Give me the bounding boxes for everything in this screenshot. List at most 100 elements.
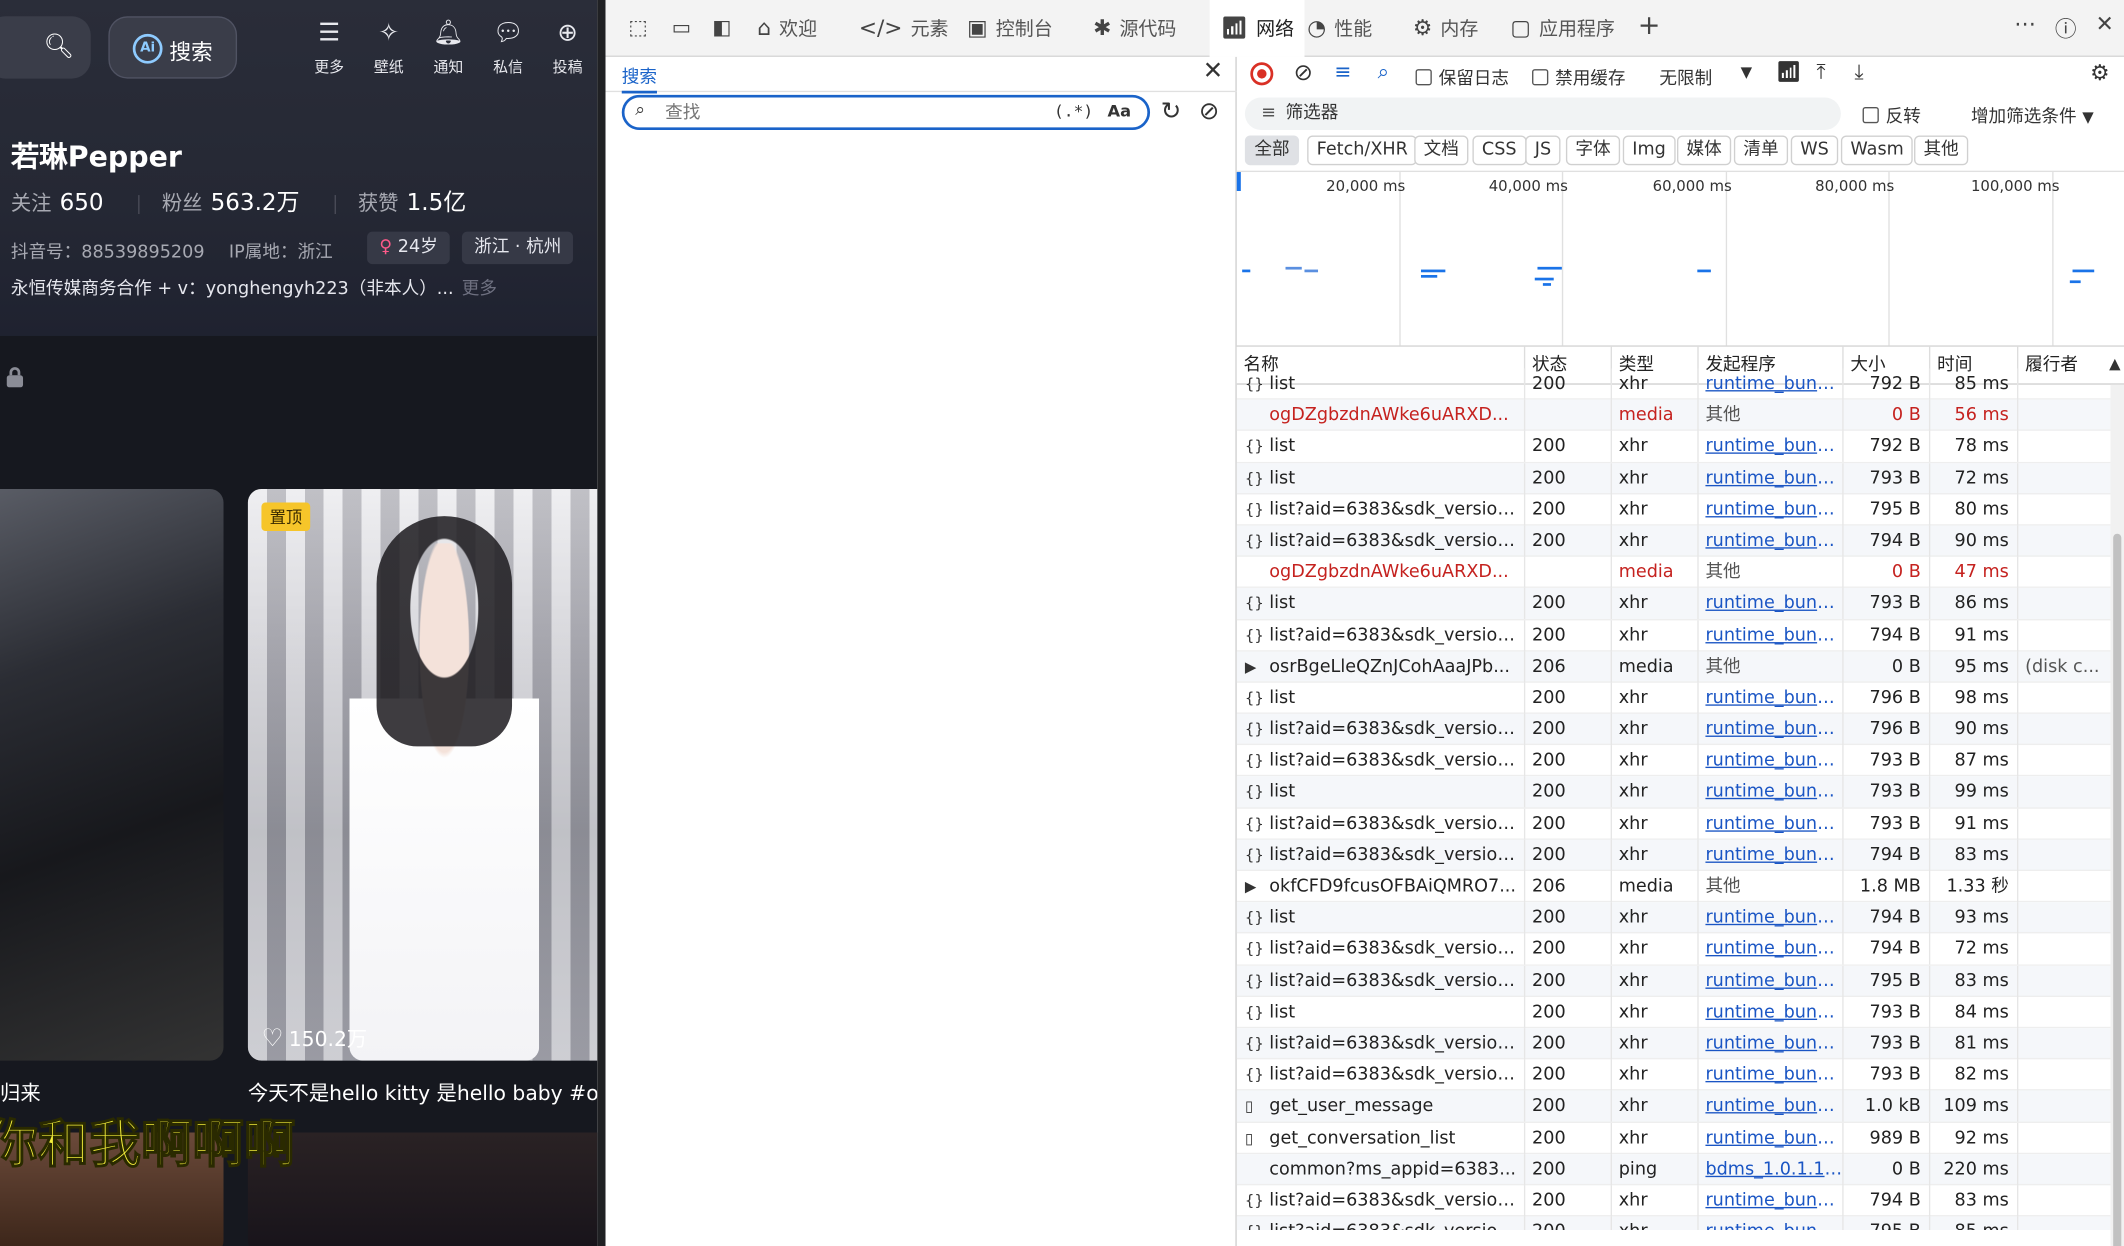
request-name[interactable]: ogDZgbzdnAWke6uARXD...	[1237, 556, 1526, 589]
request-row[interactable]: {} list?aid=6383&sdk_version...200xhrrunt…	[1236, 1059, 2111, 1091]
request-name[interactable]: {} list?aid=6383&sdk_version...	[1237, 808, 1526, 840]
request-initiator[interactable]: runtime_bundler	[1699, 525, 1844, 557]
type-filter-chip[interactable]: Wasm	[1840, 135, 1914, 166]
request-row[interactable]: ▶ okfCFD9fcusOFBAiQMRO7... 206 media 其他 1.8 M…	[1236, 871, 2111, 903]
throttle-select[interactable]: 无限制	[1659, 64, 1712, 89]
request-name[interactable]: ▯ get_user_message	[1237, 1090, 1526, 1123]
request-row[interactable]: {} list?aid=6383&sdk_version...200xhrrunt…	[1236, 525, 2111, 557]
request-name[interactable]: {} list?aid=6383&sdk_version...	[1237, 619, 1526, 651]
more-options-icon[interactable]: ⋯	[2014, 11, 2036, 37]
request-name[interactable]: {} list	[1237, 776, 1526, 808]
tab-elements[interactable]: </> 元素	[859, 0, 949, 57]
invert-checkbox[interactable]: 反转	[1862, 102, 1921, 127]
request-name[interactable]: common?ms_appid=6383...	[1237, 1153, 1526, 1185]
upload-icon[interactable]: ⤒	[1817, 60, 1826, 84]
request-row[interactable]: {} list 200 xhr runtime_bundler 793 B 72 ms	[1236, 462, 2111, 495]
search-icon[interactable]: ⌕	[1378, 60, 1389, 84]
device-toggle-icon[interactable]: ▭	[668, 15, 695, 42]
request-row[interactable]: ogDZgbzdnAWke6uARXD... media 其他 0 B 47 ms	[1236, 556, 2111, 589]
request-name[interactable]: {} list?aid=6383&sdk_version...	[1237, 1059, 1526, 1091]
download-icon[interactable]: ⤓	[1854, 60, 1863, 84]
dock-icon[interactable]: ◧	[708, 15, 735, 42]
video-caption[interactable]: 今天不是hello kitty 是hello baby #ogs	[248, 1078, 597, 1106]
request-name[interactable]: {} list?aid=6383&sdk_version...	[1237, 965, 1526, 997]
request-name[interactable]: {} list?aid=6383&sdk_version...	[1237, 745, 1526, 777]
request-initiator[interactable]: runtime_bundler	[1699, 839, 1844, 871]
request-row[interactable]: {} list?aid=6383&sdk_version...200xhrrunt…	[1236, 713, 2111, 746]
request-initiator[interactable]: runtime_bundler	[1699, 588, 1844, 620]
request-initiator[interactable]: runtime_bundler	[1699, 965, 1844, 997]
request-name[interactable]: ogDZgbzdnAWke6uARXD...	[1237, 399, 1526, 432]
request-initiator[interactable]: runtime_bundler	[1699, 1028, 1844, 1060]
request-name[interactable]: {} list?aid=6383&sdk_version...	[1237, 713, 1526, 746]
search-input[interactable]	[665, 100, 1031, 125]
type-filter-chip[interactable]: CSS	[1472, 135, 1527, 166]
type-filter-chip[interactable]: Img	[1622, 135, 1676, 166]
help-icon[interactable]: ⓘ	[2055, 11, 2077, 44]
request-initiator[interactable]: runtime_bundler	[1699, 494, 1844, 526]
request-initiator[interactable]: runtime_bundler	[1699, 996, 1844, 1028]
request-row[interactable]: {} list?aid=6383&sdk_version...200xhrrunt…	[1236, 839, 2111, 872]
tab-performance[interactable]: ◔ 性能	[1307, 0, 1372, 57]
network-timeline[interactable]: 20,000 ms 40,000 ms 60,000 ms 80,000 ms …	[1236, 170, 2124, 347]
tab-application[interactable]: ▢ 应用程序	[1510, 0, 1614, 57]
type-filter-chip[interactable]: 文档	[1414, 135, 1469, 166]
request-name[interactable]: {} list	[1237, 996, 1526, 1028]
request-row[interactable]: {} list 200 xhr runtime_bundler 794 B 93 ms	[1236, 902, 2111, 934]
request-row[interactable]: {} list?aid=6383&sdk_version...200xhrrunt…	[1236, 494, 2111, 526]
inspect-icon[interactable]: ⬚	[624, 15, 651, 42]
close-icon[interactable]: ✕	[1203, 57, 1223, 85]
search-field[interactable]: ⌕ (.*) Aa	[621, 94, 1151, 131]
request-row[interactable]: ▶ osrBgeLleQZnJCohAaaJPb... 206 media 其他 0 B9…	[1236, 651, 2111, 683]
clear-icon[interactable]: ⊘	[1294, 60, 1313, 87]
tab-memory[interactable]: ⚙ 内存	[1413, 0, 1478, 57]
following-count[interactable]: 650	[60, 190, 104, 217]
request-initiator[interactable]: runtime_bundler	[1699, 902, 1844, 934]
request-initiator[interactable]: runtime_bundler	[1699, 776, 1844, 808]
request-row[interactable]: {} list?aid=6383&sdk_version...200xhrrunt…	[1236, 808, 2111, 840]
request-name[interactable]: {} list?aid=6383&sdk_version...	[1237, 1028, 1526, 1060]
network-conditions-icon[interactable]: 📶︎	[1776, 60, 1802, 84]
add-tab-icon[interactable]: +	[1638, 8, 1661, 41]
request-initiator[interactable]: bdms_1.0.1.19_fix	[1699, 1153, 1844, 1185]
type-filter-chip[interactable]: 字体	[1565, 135, 1621, 166]
request-initiator[interactable]: runtime_bundler	[1699, 713, 1844, 746]
request-name[interactable]: {} list?aid=6383&sdk_version...	[1237, 839, 1526, 871]
request-row[interactable]: ▯ get_user_message 200 xhr runtime_bundler 1.…	[1236, 1090, 2111, 1123]
regex-toggle[interactable]: (.*)	[1054, 102, 1093, 121]
tab-network[interactable]: 📶︎ 网络	[1209, 0, 1305, 57]
request-name[interactable]: {} list?aid=6383&sdk_version...	[1237, 1185, 1526, 1217]
tab-sources[interactable]: ✱ 源代码	[1093, 0, 1176, 57]
fans-count[interactable]: 563.2万	[211, 190, 300, 217]
gear-icon[interactable]: ⚙	[2090, 60, 2109, 86]
request-row[interactable]: {} list?aid=6383&sdk_version...200xhrrunt…	[1236, 745, 2111, 777]
type-filter-chip[interactable]: Fetch/XHR	[1307, 135, 1418, 166]
request-name[interactable]: {} list	[1237, 682, 1526, 714]
request-name[interactable]: {} list	[1237, 902, 1526, 934]
more-filters-dropdown[interactable]: 增加筛选条件 ▼	[1971, 102, 2094, 127]
tab-console[interactable]: ▣ 控制台	[967, 0, 1053, 57]
type-filter-chip[interactable]: WS	[1790, 135, 1839, 166]
request-row[interactable]: {} list?aid=6383&sdk_version...200xhrrunt…	[1236, 619, 2111, 652]
video-card[interactable]	[0, 489, 224, 1061]
request-initiator[interactable]: runtime_bundler	[1699, 619, 1844, 651]
request-row[interactable]: {} list 200 xhr runtime_bundler 792 B 78 ms	[1236, 431, 2111, 463]
request-initiator[interactable]: runtime_bundler	[1699, 933, 1844, 965]
notification-button[interactable]: 🔔︎ 通知	[424, 19, 473, 77]
request-row[interactable]: ▯ get_conversation_list 200 xhr runtime_bund…	[1236, 1122, 2111, 1154]
close-icon[interactable]: ✕	[2096, 11, 2114, 37]
request-name[interactable]: {} list?aid=6383&sdk_version...	[1237, 933, 1526, 965]
chevron-down-icon[interactable]: ▼	[1741, 64, 1752, 82]
refresh-icon[interactable]: ↻	[1161, 98, 1181, 126]
search-button[interactable]: 🔍︎	[0, 16, 91, 79]
request-initiator[interactable]: runtime_bundler	[1699, 1185, 1844, 1217]
request-initiator[interactable]: runtime_bundler	[1699, 1059, 1844, 1091]
request-name[interactable]: {} list?aid=6383&sdk_version...	[1237, 494, 1526, 526]
request-name[interactable]: {} list	[1237, 368, 1526, 400]
disable-cache-checkbox[interactable]: 禁用缓存	[1532, 64, 1626, 89]
request-row[interactable]: common?ms_appid=6383... 200 ping bdms_1.0.1…	[1236, 1153, 2111, 1186]
request-name[interactable]: ▶ osrBgeLleQZnJCohAaaJPb...	[1237, 651, 1526, 683]
request-initiator[interactable]: runtime_bundler	[1699, 1090, 1844, 1123]
message-button[interactable]: 💬︎ 私信	[484, 19, 533, 77]
request-name[interactable]: {} list	[1237, 588, 1526, 620]
